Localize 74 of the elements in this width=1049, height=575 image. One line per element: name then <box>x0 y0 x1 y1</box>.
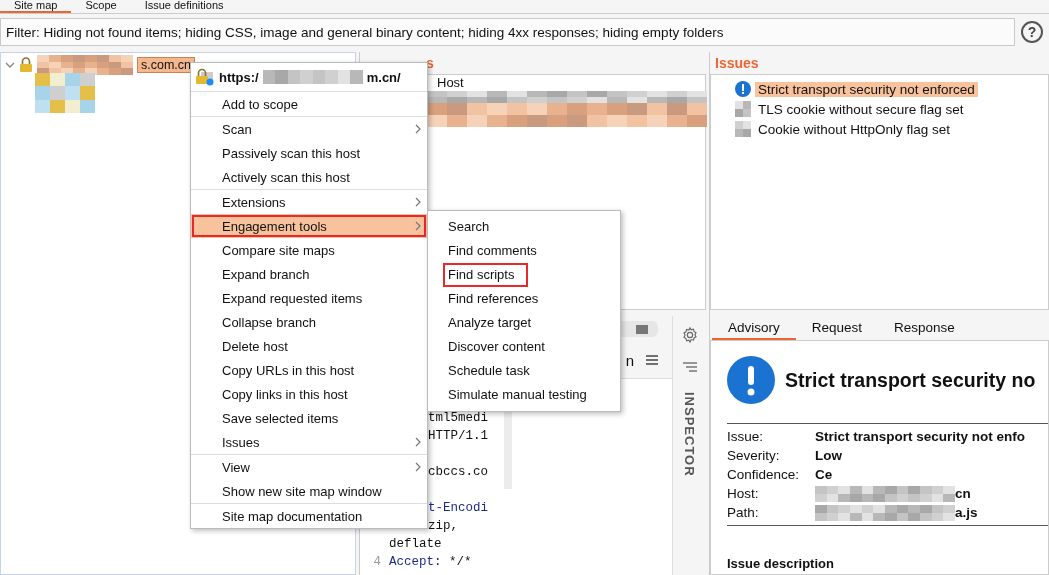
lock-icon <box>19 57 33 73</box>
scrollbar[interactable] <box>504 409 512 489</box>
menu-item[interactable]: Show new site map window <box>191 479 427 503</box>
panel-title: Issues <box>714 54 760 73</box>
menu-item[interactable]: Find comments <box>448 244 537 258</box>
field-label: Issue: <box>727 428 765 446</box>
code-line: deflate <box>389 537 442 551</box>
menu-item[interactable]: Expand branch <box>191 262 427 286</box>
advisory-title: Strict transport security no <box>785 368 1036 392</box>
menu-item[interactable]: Collapse branch <box>191 310 427 334</box>
field-value: Ce <box>815 467 833 482</box>
help-button[interactable]: ? <box>1021 21 1043 43</box>
tab[interactable]: Request <box>795 316 879 340</box>
issue-item[interactable]: Strict transport security not enforced <box>755 81 978 97</box>
field-label: Host: <box>727 485 760 503</box>
menu-item[interactable]: Delete host <box>191 334 427 358</box>
field-value: a.js <box>955 505 978 520</box>
menu-item[interactable]: Simulate manual testing <box>448 388 587 402</box>
info-icon <box>735 81 751 97</box>
line-number: 4 <box>373 555 381 569</box>
code-line: cbccs.co <box>427 465 488 479</box>
menu-item[interactable]: View <box>191 455 427 479</box>
column-header[interactable]: Host <box>437 75 464 90</box>
menu-icon[interactable] <box>646 355 658 365</box>
menu-item[interactable]: Discover content <box>448 340 545 354</box>
settings-icon[interactable] <box>680 326 699 344</box>
menu-item[interactable]: Save selected items <box>191 406 427 430</box>
field-value: Low <box>815 448 842 463</box>
menu-item[interactable]: Passively scan this host <box>191 141 427 165</box>
field-value: Strict transport security not enfo <box>815 429 1026 444</box>
menu-item[interactable]: Search <box>448 220 490 234</box>
code-line: tml5medi <box>427 411 488 425</box>
pixelated-blur <box>735 121 751 137</box>
menu-item[interactable]: Issues <box>191 430 427 454</box>
menu-item[interactable]: Add to scope <box>191 92 427 116</box>
tab[interactable]: Issue definitions <box>130 0 238 13</box>
pane-label: n <box>625 351 634 369</box>
menu-item[interactable]: Extensions <box>191 190 427 214</box>
issue-item[interactable]: TLS cookie without secure flag set <box>755 101 967 117</box>
filter-bar[interactable]: Filter: Hiding not found items; hiding CSS, image and general binary content; hiding 4xx responses; hiding empty folders <box>0 18 1015 46</box>
menu-item[interactable]: Analyze target <box>448 316 532 330</box>
field-label: Path: <box>727 504 760 522</box>
menu-item[interactable]: Copy links in this host <box>191 382 427 406</box>
code-line: t-Encodi <box>427 501 488 515</box>
tab[interactable]: Scope <box>71 0 131 13</box>
lock-icon <box>195 68 215 86</box>
menu-item[interactable]: Compare site maps <box>191 238 427 262</box>
code-line: Accept: */* <box>389 555 472 569</box>
menu-item[interactable]: Engagement tools <box>191 214 427 238</box>
info-icon <box>727 356 775 404</box>
issue-item[interactable]: Cookie without HttpOnly flag set <box>755 121 954 137</box>
menu-item[interactable]: Find scripts <box>443 263 529 287</box>
filter-icon[interactable] <box>681 362 698 374</box>
tab[interactable]: Site map <box>0 0 72 13</box>
menu-item[interactable]: Actively scan this host <box>191 165 427 189</box>
tab[interactable]: Response <box>878 316 971 340</box>
menu-item[interactable]: Expand requested items <box>191 286 427 310</box>
code-line: HTTP/1.1 <box>427 429 488 443</box>
menu-item[interactable]: Schedule task <box>448 364 530 378</box>
tree-item[interactable]: s.com.cn <box>137 57 195 73</box>
section-heading: Issue description <box>727 556 835 571</box>
menu-item[interactable]: Copy URLs in this host <box>191 358 427 382</box>
menu-item[interactable]: Scan <box>191 117 427 141</box>
field-label: Confidence: <box>727 466 801 484</box>
menu-header: m.cn/ <box>366 69 401 85</box>
inspector-label[interactable]: INSPECTOR <box>682 392 697 477</box>
code-line: zip, <box>427 519 458 533</box>
chevron-icon[interactable] <box>5 60 15 70</box>
pixelated-blur <box>735 101 751 117</box>
field-label: Severity: <box>727 447 781 465</box>
menu-header: https:/ <box>219 69 259 85</box>
menu-item[interactable]: Find references <box>448 292 539 306</box>
menu-item[interactable]: Site map documentation <box>191 504 427 528</box>
field-value: cn <box>955 486 971 501</box>
